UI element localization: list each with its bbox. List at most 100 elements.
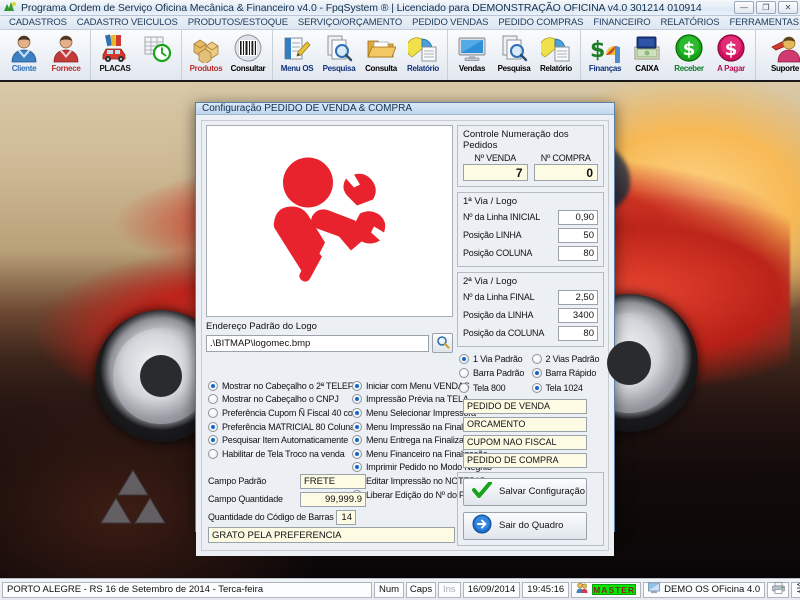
options-column-left: Mostrar no Cabeçalho o 2ª TELEF. Mostrar… — [208, 379, 359, 461]
radio-indicator[interactable] — [208, 394, 218, 405]
toolbar-button-menu-os[interactable]: Menu OS — [276, 31, 318, 79]
toolbar-button-relatorio-os[interactable]: Relatório — [402, 31, 444, 79]
toolbar-button-cliente[interactable]: Cliente — [3, 31, 45, 79]
via2-group-title: 2ª Via / Logo — [463, 276, 518, 287]
menu-item-cadastros[interactable]: CADASTROS — [4, 17, 72, 28]
radio-indicator[interactable] — [531, 368, 542, 379]
toolbar-button-pesquisa-vendas[interactable]: Pesquisa — [493, 31, 535, 79]
menu-item-pedido-vendas[interactable]: PEDIDO VENDAS — [407, 17, 493, 28]
toolbar-button-suporte[interactable]: Suporte — [759, 31, 800, 79]
menu-item-pedido-compras[interactable]: PEDIDO COMPRAS — [493, 17, 588, 28]
toolbar-button-caixa[interactable]: CAIXA — [626, 31, 668, 79]
radio-indicator[interactable] — [352, 394, 362, 405]
radio-indicator[interactable] — [208, 448, 218, 459]
maximize-button[interactable]: ❐ — [756, 1, 776, 14]
via1-input-posicao-coluna[interactable]: 80 — [558, 245, 598, 261]
toolbar-button-a-pagar[interactable]: $ A Pagar — [710, 31, 752, 79]
radio-barra-padrao[interactable]: Barra Padrão — [459, 367, 532, 381]
radio-indicator[interactable] — [208, 407, 218, 418]
option-pesquisar-item-auto[interactable]: Pesquisar Item Automaticamente — [208, 433, 348, 447]
toolbar-label-consultar: Consultar — [230, 64, 266, 73]
toolbar-button-agenda[interactable] — [136, 31, 178, 79]
option-label: Pesquisar Item Automaticamente — [222, 435, 349, 446]
svg-text:$: $ — [590, 38, 605, 63]
radio-indicator[interactable] — [459, 382, 469, 393]
radio-indicator[interactable] — [352, 421, 362, 432]
option-mostrar-cnpj[interactable]: Mostrar no Cabeçalho o CNPJ — [208, 393, 344, 407]
radio-indicator[interactable] — [352, 462, 362, 473]
radio-indicator[interactable] — [459, 353, 469, 364]
manufacturer-logo — [96, 464, 170, 530]
option-mostrar-2-telef[interactable]: Mostrar no Cabeçalho o 2ª TELEF. — [208, 379, 355, 393]
radio-indicator[interactable] — [459, 368, 469, 379]
mensagem-rodape-input[interactable]: GRATO PELA PREFERENCIA — [208, 527, 455, 543]
close-button[interactable]: ✕ — [778, 1, 798, 14]
toolbar-button-financas[interactable]: $ Finanças — [584, 31, 626, 79]
via1-group: 1ª Via / Logo Nº da Linha INICIAL 0,90 P… — [457, 192, 604, 267]
radio-indicator[interactable] — [531, 382, 542, 393]
menu-item-produtos-estoque[interactable]: PRODUTOS/ESTOQUE — [183, 17, 293, 28]
toolbar-button-placas[interactable]: PLACAS — [94, 31, 136, 79]
status-settings[interactable] — [791, 581, 800, 598]
sair-do-quadro-button[interactable]: Sair do Quadro — [463, 511, 587, 540]
radio-1-via-padrao[interactable]: 1 Via Padrão — [459, 352, 532, 366]
status-printer[interactable] — [767, 581, 790, 598]
via2-input-posicao-coluna[interactable]: 80 — [558, 325, 598, 341]
radio-indicator[interactable] — [352, 435, 362, 446]
doc-title-cupom-nao-fiscal[interactable]: CUPOM NAO FISCAL — [463, 434, 587, 450]
via2-label: Posição da COLUNA — [463, 328, 545, 338]
qtd-codigo-barras-input[interactable]: 14 — [336, 509, 356, 525]
toolbar-button-pesquisa-os[interactable]: Pesquisa — [318, 31, 360, 79]
radio-indicator[interactable] — [352, 407, 362, 418]
menu-item-financeiro[interactable]: FINANCEIRO — [588, 17, 655, 28]
toolbar-button-relatorio-vendas[interactable]: Relatório — [535, 31, 577, 79]
toolbar-button-receber[interactable]: $ Receber — [668, 31, 710, 79]
radio-indicator[interactable] — [531, 353, 542, 364]
toolbar-button-produtos[interactable]: Produtos — [185, 31, 227, 79]
menu-item-servico-orcamento[interactable]: SERVIÇO/ORÇAMENTO — [293, 17, 407, 28]
logo-browse-button[interactable] — [432, 333, 453, 353]
option-cupom-nao-fiscal-40[interactable]: Preferência Cupom Ñ Fiscal 40 col — [208, 406, 355, 420]
doc-title-orcamento[interactable]: ORCAMENTO — [463, 416, 587, 432]
minimize-button[interactable]: — — [734, 1, 754, 14]
doc-title-pedido-venda[interactable]: PEDIDO DE VENDA — [463, 398, 587, 414]
radio-label: Tela 1024 — [545, 382, 583, 393]
radio-tela-1024[interactable]: Tela 1024 — [531, 381, 605, 395]
radio-barra-rapido[interactable]: Barra Rápido — [531, 367, 605, 381]
numbering-cell-venda: Nº VENDA 7 — [463, 153, 528, 181]
option-matricial-80[interactable]: Preferência MATRICIAL 80 Colunas — [208, 420, 359, 434]
radio-indicator[interactable] — [208, 421, 218, 432]
via1-input-posicao-linha[interactable]: 50 — [558, 227, 598, 243]
radio-indicator[interactable] — [352, 448, 362, 459]
toolbar-button-vendas[interactable]: Vendas — [451, 31, 493, 79]
window-controls: — ❐ ✕ — [734, 1, 798, 14]
radio-indicator[interactable] — [208, 380, 218, 391]
toolbar-button-fornecedor[interactable]: Fornece — [45, 31, 87, 79]
radio-tela-800[interactable]: Tela 800 — [459, 381, 532, 395]
numbering-value-compra[interactable]: 0 — [533, 164, 598, 181]
via2-row-posicao-coluna: Posição da COLUNA 80 — [463, 325, 598, 341]
campo-quantidade-input[interactable]: 99,999.9 — [300, 491, 366, 507]
doc-title-pedido-compra[interactable]: PEDIDO DE COMPRA — [463, 452, 587, 468]
campo-padrao-input[interactable]: FRETE — [300, 473, 366, 489]
menu-item-cadastro-veiculos[interactable]: CADASTRO VEICULOS — [72, 17, 183, 28]
radio-indicator[interactable] — [352, 380, 362, 391]
toolbar-button-consulta-os[interactable]: Consulta — [360, 31, 402, 79]
field-campo-quantidade: Campo Quantidade 99,999.9 — [208, 491, 458, 507]
via1-input-linha-inicial[interactable]: 0,90 — [558, 209, 598, 225]
menu-item-ferramentas[interactable]: FERRAMENTAS — [724, 17, 800, 28]
logo-path-input[interactable]: .\BITMAP\logomec.bmp — [206, 334, 429, 352]
option-tela-troco[interactable]: Habilitar de Tela Troco na venda — [208, 447, 345, 461]
radio-2-vias-padrao[interactable]: 2 Vias Padrão — [531, 352, 605, 366]
toolbar-button-consultar[interactable]: Consultar — [227, 31, 269, 79]
menu-item-relatorios[interactable]: RELATÓRIOS — [655, 17, 724, 28]
salvar-configuracao-button[interactable]: Salvar Configuração — [463, 477, 587, 506]
book-money-icon — [632, 33, 662, 63]
report-icon — [539, 33, 571, 63]
via2-input-posicao-linha[interactable]: 3400 — [558, 307, 598, 323]
green-dollar-icon: $ — [674, 33, 704, 63]
via1-row-linha-inicial: Nº da Linha INICIAL 0,90 — [463, 209, 598, 225]
radio-indicator[interactable] — [208, 435, 218, 446]
via2-input-linha-final[interactable]: 2,50 — [558, 289, 598, 305]
numbering-value-venda[interactable]: 7 — [463, 164, 528, 181]
